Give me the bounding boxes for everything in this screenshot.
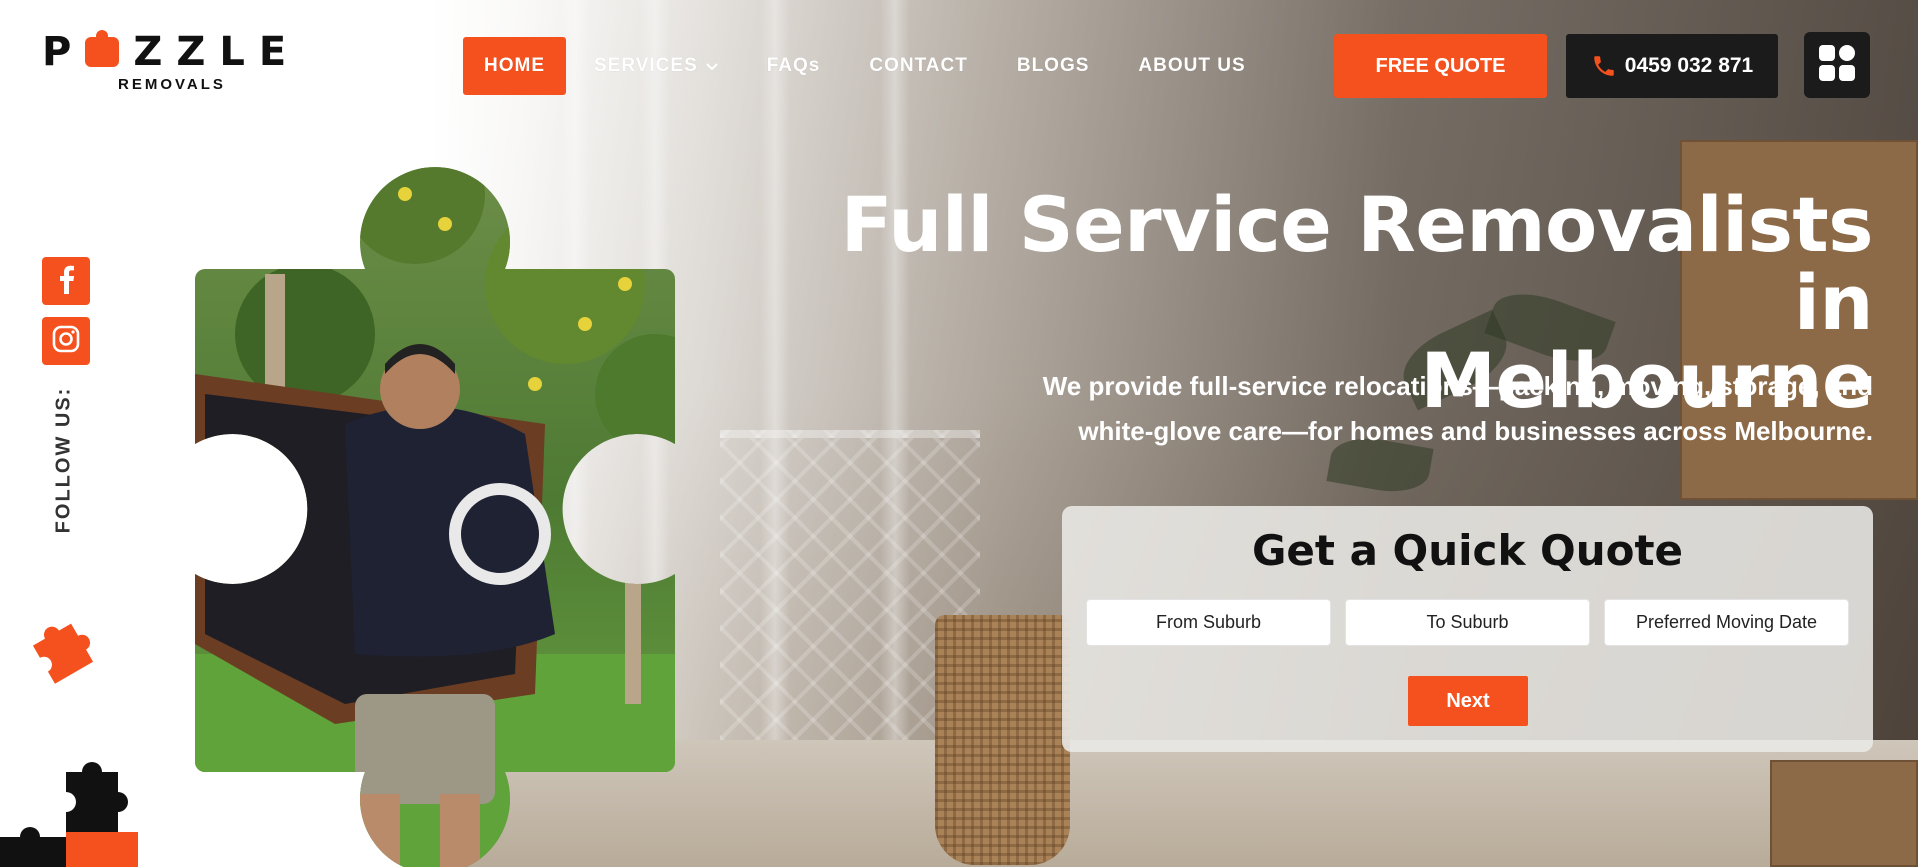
hero-subtitle: We provide full-service relocations—pack… <box>973 364 1873 454</box>
phone-number: 0459 032 871 <box>1624 54 1754 77</box>
hero-subtitle-line: white-glove care—for homes and businesse… <box>1078 416 1873 446</box>
free-quote-button[interactable]: FREE QUOTE <box>1334 34 1547 98</box>
instagram-link[interactable] <box>42 317 90 365</box>
follow-us-label: FOLLOW US: <box>52 386 75 534</box>
puzzle-piece-icon <box>32 623 94 684</box>
nav-label: FAQs <box>766 55 821 76</box>
nav-label: HOME <box>484 55 545 76</box>
from-suburb-input[interactable] <box>1086 599 1331 646</box>
quick-quote-form: Get a Quick Quote Next <box>1062 506 1873 752</box>
moving-date-input[interactable] <box>1604 599 1849 646</box>
nav-item-services[interactable]: SERVICES <box>573 37 739 95</box>
nav-item-blogs[interactable]: BLOGS <box>996 37 1111 95</box>
chevron-down-icon <box>706 59 718 74</box>
wicker-basket <box>935 615 1070 865</box>
next-button[interactable]: Next <box>1408 676 1528 726</box>
phone-icon <box>1591 53 1617 79</box>
nav-item-contact[interactable]: CONTACT <box>848 37 988 95</box>
hero-subtitle-line: We provide full-service relocations—pack… <box>1042 371 1873 401</box>
grid-menu-icon <box>1818 44 1856 87</box>
hero-title-line: Full Service Removalists in <box>840 180 1874 347</box>
nav-label: SERVICES <box>594 55 698 76</box>
facebook-icon <box>55 264 77 299</box>
nav-item-about-us[interactable]: ABOUT US <box>1117 37 1266 95</box>
instagram-icon <box>51 324 81 359</box>
quick-quote-title: Get a Quick Quote <box>1251 526 1684 575</box>
nav-label: BLOGS <box>1016 55 1090 76</box>
grid-menu-button[interactable] <box>1804 32 1870 98</box>
puzzle-cluster-icon <box>0 762 138 867</box>
phone-button[interactable]: 0459 032 871 <box>1566 34 1778 98</box>
to-suburb-input[interactable] <box>1345 599 1590 646</box>
free-quote-label: FREE QUOTE <box>1375 54 1506 77</box>
nav-item-faqs[interactable]: FAQs <box>746 37 842 95</box>
logo-wordmark: P ZZLE <box>42 29 301 75</box>
moving-box <box>1770 760 1918 867</box>
logo-subtext: REMOVALS <box>118 76 226 93</box>
nav-label: ABOUT US <box>1138 55 1246 76</box>
nav-label: CONTACT <box>869 55 968 76</box>
facebook-link[interactable] <box>42 257 90 305</box>
site-logo[interactable]: P ZZLE REMOVALS <box>42 29 322 102</box>
nav-item-home[interactable]: HOME <box>463 37 566 95</box>
mover-photo <box>195 167 675 867</box>
puzzle-piece-logo-icon <box>85 30 120 67</box>
main-nav: HOME SERVICES FAQs CONTACT BLOGS ABOUT U… <box>463 37 1274 95</box>
